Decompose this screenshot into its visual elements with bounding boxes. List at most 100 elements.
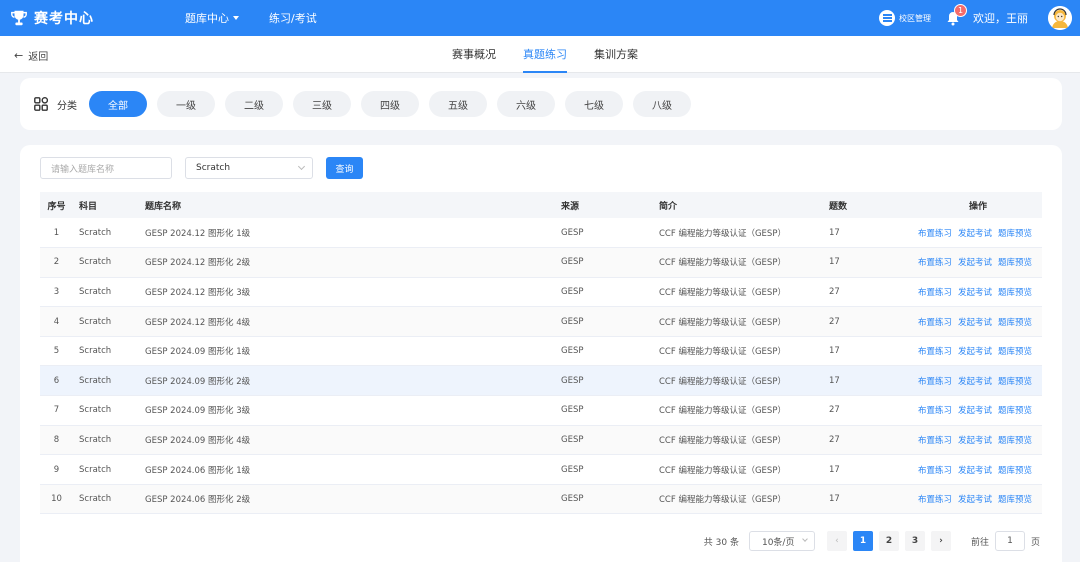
- start-exam-link[interactable]: 发起考试: [958, 406, 992, 416]
- query-button[interactable]: 查询: [326, 157, 363, 179]
- assign-practice-link[interactable]: 布置练习: [918, 318, 952, 328]
- assign-practice-link[interactable]: 布置练习: [918, 258, 952, 268]
- top-right: 校区管理 1 欢迎，王丽: [879, 0, 1072, 36]
- page-size-value: 10条/页: [761, 537, 795, 548]
- preview-bank-link[interactable]: 题库预览: [998, 436, 1032, 446]
- cell-source: GESP: [561, 405, 584, 416]
- trophy-icon: [11, 10, 27, 26]
- preview-bank-link[interactable]: 题库预览: [998, 466, 1032, 476]
- assign-practice-link[interactable]: 布置练习: [918, 495, 952, 505]
- assign-practice-link[interactable]: 布置练习: [918, 377, 952, 387]
- cell-count: 17: [829, 464, 840, 475]
- category-level-1[interactable]: 一级: [157, 91, 215, 117]
- start-exam-link[interactable]: 发起考试: [958, 258, 992, 268]
- preview-bank-link[interactable]: 题库预览: [998, 318, 1032, 328]
- cell-name: GESP 2024.09 图形化 3级: [145, 406, 251, 417]
- cell-ops: 布置练习 发起考试 题库预览: [914, 425, 1042, 455]
- table-row: 5 Scratch GESP 2024.09 图形化 1级 GESP CCF 编程能力等…: [40, 336, 1042, 366]
- col-name: 题库名称: [145, 201, 182, 212]
- cell-subject: Scratch: [79, 464, 112, 475]
- cell-index: 2: [53, 257, 60, 268]
- start-exam-link[interactable]: 发起考试: [958, 436, 992, 446]
- start-exam-link[interactable]: 发起考试: [958, 495, 992, 505]
- page-3-button[interactable]: 3: [904, 531, 925, 551]
- table-row: 6 Scratch GESP 2024.09 图形化 2级 GESP CCF 编程能力等…: [40, 365, 1042, 396]
- nav-question-bank[interactable]: 题库中心: [185, 10, 239, 26]
- brand[interactable]: 赛考中心: [10, 8, 185, 28]
- preview-bank-link[interactable]: 题库预览: [998, 288, 1032, 298]
- campus-management[interactable]: 校区管理: [879, 10, 931, 26]
- category-level-8[interactable]: 八级: [633, 91, 691, 117]
- cell-count: 17: [829, 346, 840, 357]
- assign-practice-link[interactable]: 布置练习: [918, 288, 952, 298]
- start-exam-link[interactable]: 发起考试: [958, 466, 992, 476]
- tab-real-exam-practice[interactable]: 真题练习: [523, 36, 567, 73]
- page-size-select[interactable]: 10条/页: [748, 531, 815, 551]
- cell-count: 17: [829, 227, 840, 238]
- cell-ops: 布置练习 发起考试 题库预览: [914, 455, 1042, 485]
- category-level-7[interactable]: 七级: [565, 91, 623, 117]
- campus-label: 校区管理: [899, 13, 931, 23]
- preview-bank-link[interactable]: 题库预览: [998, 258, 1032, 268]
- subject-select[interactable]: Scratch: [185, 157, 313, 179]
- cell-name: GESP 2024.09 图形化 2级: [145, 376, 251, 387]
- start-exam-link[interactable]: 发起考试: [958, 288, 992, 298]
- cell-intro: CCF 编程能力等级认证（GESP）: [659, 287, 786, 298]
- cell-name: GESP 2024.12 图形化 3级: [145, 287, 251, 298]
- search-input[interactable]: 请输入题库名称: [40, 157, 172, 179]
- prev-page-button[interactable]: ‹: [826, 531, 847, 551]
- cell-source: GESP: [561, 375, 584, 386]
- page-1-button[interactable]: 1: [852, 531, 873, 551]
- question-bank-card: 请输入题库名称 Scratch 查询 序号 科目 题库名称 来源 简介 题数 操…: [20, 145, 1062, 562]
- chevron-down-icon: [297, 162, 306, 171]
- page-2-button[interactable]: 2: [878, 531, 899, 551]
- assign-practice-link[interactable]: 布置练习: [918, 347, 952, 357]
- cell-index: 10: [51, 494, 62, 505]
- category-level-5[interactable]: 五级: [429, 91, 487, 117]
- preview-bank-link[interactable]: 题库预览: [998, 377, 1032, 387]
- nav-practice-exam-label: 练习/考试: [269, 12, 317, 25]
- cell-ops: 布置练习 发起考试 题库预览: [914, 248, 1042, 278]
- cell-count: 27: [829, 316, 840, 327]
- cell-source: GESP: [561, 464, 584, 475]
- goto-page-input[interactable]: 1: [994, 531, 1025, 551]
- table-row: 9 Scratch GESP 2024.06 图形化 1级 GESP CCF 编程能力等…: [40, 455, 1042, 485]
- preview-bank-link[interactable]: 题库预览: [998, 229, 1032, 239]
- avatar[interactable]: [1048, 6, 1072, 30]
- tab-training-plan[interactable]: 集训方案: [594, 36, 638, 73]
- notification-button[interactable]: 1: [945, 4, 967, 26]
- cell-source: GESP: [561, 346, 584, 357]
- back-button[interactable]: ← 返回: [14, 48, 48, 63]
- assign-practice-link[interactable]: 布置练习: [918, 229, 952, 239]
- table-row: 1 Scratch GESP 2024.12 图形化 1级 GESP CCF 编程能力等…: [40, 218, 1042, 248]
- cell-subject: Scratch: [79, 286, 112, 297]
- cell-subject: Scratch: [79, 375, 112, 386]
- start-exam-link[interactable]: 发起考试: [958, 318, 992, 328]
- preview-bank-link[interactable]: 题库预览: [998, 406, 1032, 416]
- notification-badge: 1: [954, 4, 967, 17]
- start-exam-link[interactable]: 发起考试: [958, 377, 992, 387]
- cell-intro: CCF 编程能力等级认证（GESP）: [659, 465, 786, 476]
- preview-bank-link[interactable]: 题库预览: [998, 495, 1032, 505]
- category-all[interactable]: 全部: [89, 91, 147, 117]
- nav-practice-exam[interactable]: 练习/考试: [269, 10, 317, 26]
- cell-ops: 布置练习 发起考试 题库预览: [914, 366, 1042, 396]
- start-exam-link[interactable]: 发起考试: [958, 229, 992, 239]
- assign-practice-link[interactable]: 布置练习: [918, 466, 952, 476]
- next-page-button[interactable]: ›: [930, 531, 951, 551]
- category-level-6[interactable]: 六级: [497, 91, 555, 117]
- cell-count: 27: [829, 405, 840, 416]
- welcome-text: 欢迎，王丽: [973, 12, 1028, 25]
- cell-index: 4: [53, 316, 60, 327]
- tab-overview[interactable]: 赛事概况: [452, 36, 496, 73]
- assign-practice-link[interactable]: 布置练习: [918, 406, 952, 416]
- assign-practice-link[interactable]: 布置练习: [918, 436, 952, 446]
- cell-count: 27: [829, 434, 840, 445]
- chevron-down-icon: [802, 536, 808, 542]
- start-exam-link[interactable]: 发起考试: [958, 347, 992, 357]
- category-level-2[interactable]: 二级: [225, 91, 283, 117]
- cell-name: GESP 2024.06 图形化 2级: [145, 495, 251, 506]
- category-level-4[interactable]: 四级: [361, 91, 419, 117]
- preview-bank-link[interactable]: 题库预览: [998, 347, 1032, 357]
- category-level-3[interactable]: 三级: [293, 91, 351, 117]
